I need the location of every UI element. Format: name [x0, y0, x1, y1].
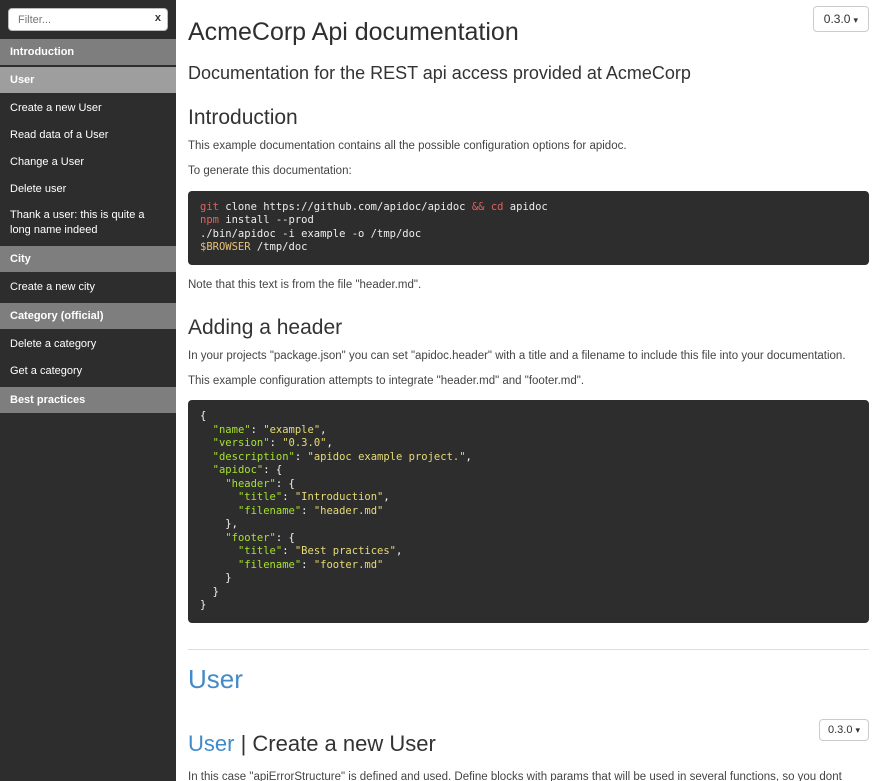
- caret-down-icon: ▾: [853, 15, 858, 25]
- article-title-separator: |: [234, 730, 253, 756]
- shell-code-block: git clone https://github.com/apidoc/apid…: [188, 190, 869, 265]
- article-version-label: 0.3.0: [828, 723, 853, 736]
- article-create-a-new-user: 0.3.0 ▾ User | Create a new User In this …: [188, 717, 869, 781]
- json-code-block: { "name": "example", "version": "0.3.0",…: [188, 400, 869, 623]
- article-title: User | Create a new User: [188, 731, 869, 757]
- sidebar: x IntroductionUserCreate a new UserRead …: [0, 0, 176, 781]
- article-description: In this case "apiErrorStructure" is defi…: [188, 770, 842, 781]
- filter-box: x: [8, 8, 168, 31]
- intro-note: Note that this text is from the file "he…: [188, 278, 422, 291]
- sidebar-item-delete-user[interactable]: Delete user: [0, 176, 176, 203]
- intro-paragraph-2: To generate this documentation:: [188, 165, 352, 178]
- article-title-group: User: [188, 730, 235, 756]
- caret-down-icon: ▾: [855, 724, 860, 735]
- sidebar-item-get-a-category[interactable]: Get a category: [0, 358, 176, 385]
- sidebar-item-delete-a-category[interactable]: Delete a category: [0, 331, 176, 358]
- section-heading-adding-a-header: Adding a header: [188, 315, 343, 339]
- intro-paragraph-1: This example documentation contains all …: [188, 140, 627, 152]
- section-heading-introduction: Introduction: [188, 106, 298, 129]
- sidebar-item-change-a-user[interactable]: Change a User: [0, 149, 176, 176]
- sidebar-header-best-practices[interactable]: Best practices: [0, 386, 176, 413]
- adding-header-paragraph-1: In your projects "package.json" you can …: [188, 349, 846, 362]
- group-title-user: User: [188, 663, 243, 694]
- sidebar-header-introduction[interactable]: Introduction: [0, 39, 176, 65]
- sidebar-header-category-official[interactable]: Category (official): [0, 302, 176, 329]
- clear-icon[interactable]: x: [155, 12, 161, 24]
- article-version-dropdown-button[interactable]: 0.3.0 ▾: [819, 718, 869, 741]
- sidebar-header-user[interactable]: User: [0, 67, 176, 93]
- sidebar-item-read-data-of-a-user[interactable]: Read data of a User: [0, 122, 176, 149]
- sidebar-nav: Introduction User Create a new User Read da…: [0, 39, 176, 413]
- article-title-name: Create a new User: [252, 730, 436, 756]
- version-label: 0.3.0: [823, 12, 851, 26]
- main-content: 0.3.0 ▾ AcmeCorp Api documentation Docume…: [176, 0, 880, 781]
- group-separator: [188, 648, 869, 650]
- version-dropdown-button[interactable]: 0.3.0 ▾: [812, 6, 869, 32]
- sidebar-header-city[interactable]: City: [0, 246, 176, 273]
- sidebar-item-create-a-new-city[interactable]: Create a new city: [0, 274, 176, 301]
- sidebar-item-thank-a-user-this-is-quite-a-long-name-indeed[interactable]: Thank a user: this is quite a long name …: [0, 202, 176, 244]
- page-subtitle: Documentation for the REST api access pr…: [188, 63, 691, 83]
- sidebar-item-create-a-new-user[interactable]: Create a new User: [0, 95, 176, 122]
- filter-input[interactable]: [8, 8, 168, 31]
- page-title: AcmeCorp Api documentation: [188, 18, 519, 46]
- adding-header-paragraph-2: This example configuration attempts to i…: [188, 375, 585, 387]
